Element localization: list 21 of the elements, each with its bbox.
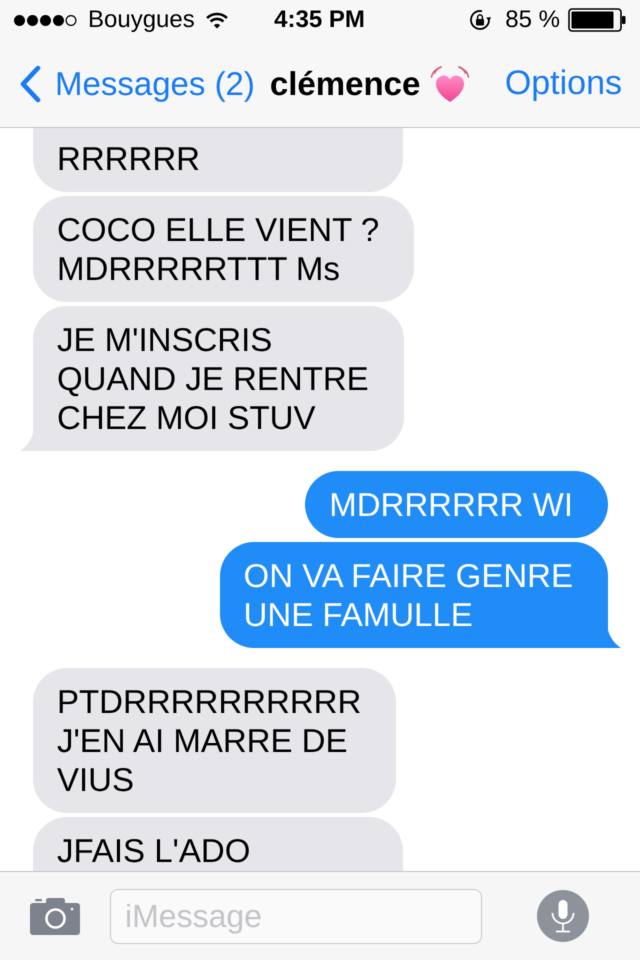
wifi-icon — [204, 11, 229, 29]
message-bubble: RRRRRR — [33, 128, 403, 192]
camera-icon[interactable] — [30, 897, 80, 935]
rotation-lock-icon — [469, 9, 492, 31]
carrier-name: Bouygues — [88, 6, 195, 34]
microphone-icon[interactable] — [537, 890, 589, 942]
signal-strength-icon — [13, 14, 77, 26]
message-bubble: COCO ELLE VIENT ? MDRRRRRTTT Ms — [33, 196, 414, 302]
message-bubble: JFAIS L'ADO — [33, 817, 403, 871]
status-time: 4:35 PM — [274, 6, 365, 34]
contact-name: clémence — [270, 64, 420, 102]
message-bubble: JE M'INSCRIS QUAND JE RENTRE CHEZ MOI STUV — [33, 306, 404, 451]
chevron-left-icon — [18, 64, 42, 102]
back-button[interactable]: Messages (2) — [18, 64, 255, 102]
heart-icon — [430, 64, 470, 104]
battery-icon — [568, 8, 626, 32]
battery-percentage: 85 % — [505, 6, 560, 34]
message-bubble: MDRRRRRR WI — [305, 471, 608, 538]
options-button[interactable]: Options — [504, 64, 622, 103]
message-bubble: PTDRRRRRRRRRR J'EN AI MARRE DE VIUS — [33, 668, 396, 813]
message-bubble: ON VA FAIRE GENRE UNE FAMULLE — [220, 542, 608, 648]
